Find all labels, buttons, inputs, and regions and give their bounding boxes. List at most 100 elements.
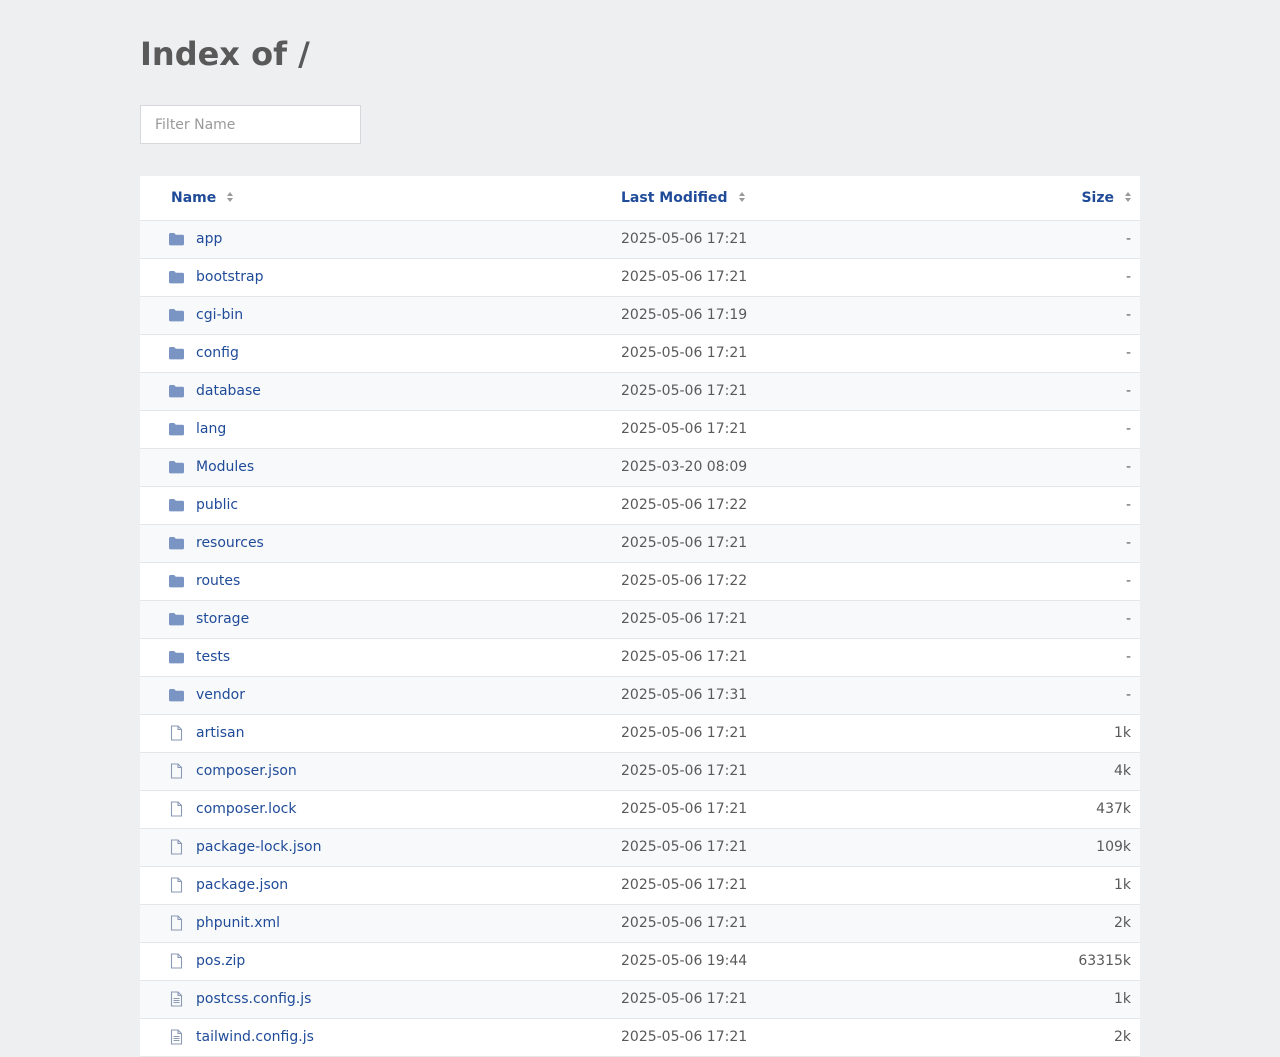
size-cell: 2k (1113, 915, 1131, 931)
last-modified-cell: 2025-05-06 17:21 (621, 839, 748, 855)
table-row: package.json 2025-05-06 17:21 1k (140, 867, 1140, 905)
folder-icon (168, 573, 185, 589)
file-link[interactable]: composer.json (196, 753, 297, 790)
last-modified-cell: 2025-05-06 17:21 (621, 915, 748, 931)
last-modified-cell: 2025-05-06 17:21 (621, 763, 748, 779)
size-cell: - (1125, 535, 1131, 551)
file-listing-table: Name Last Modified Size app 2025-05-06 17… (140, 176, 1140, 1057)
size-cell: 2k (1113, 1029, 1131, 1045)
last-modified-cell: 2025-05-06 17:21 (621, 991, 748, 1007)
filter-name-input[interactable] (140, 105, 361, 144)
table-row: package-lock.json 2025-05-06 17:21 109k (140, 829, 1140, 867)
table-row: vendor 2025-05-06 17:31 - (140, 677, 1140, 715)
last-modified-cell: 2025-05-06 17:21 (621, 649, 748, 665)
folder-link[interactable]: lang (196, 411, 226, 448)
table-row: resources 2025-05-06 17:21 - (140, 525, 1140, 563)
last-modified-cell: 2025-05-06 17:21 (621, 1029, 748, 1045)
size-cell: 1k (1113, 991, 1131, 1007)
file-link[interactable]: phpunit.xml (196, 905, 280, 942)
table-row: lang 2025-05-06 17:21 - (140, 411, 1140, 449)
page-title: Index of / (140, 35, 310, 73)
size-cell: - (1125, 497, 1131, 513)
folder-icon (168, 497, 185, 513)
file-link[interactable]: tailwind.config.js (196, 1019, 314, 1056)
size-cell: - (1125, 459, 1131, 475)
file-icon (168, 725, 185, 741)
size-cell: 4k (1113, 763, 1131, 779)
size-cell: - (1125, 573, 1131, 589)
size-cell: 1k (1113, 877, 1131, 893)
table-body: app 2025-05-06 17:21 - bootstrap 2025-05-06 … (140, 221, 1140, 1057)
last-modified-cell: 2025-05-06 17:21 (621, 877, 748, 893)
last-modified-cell: 2025-05-06 17:21 (621, 535, 748, 551)
last-modified-cell: 2025-05-06 17:21 (621, 725, 748, 741)
table-row: tests 2025-05-06 17:21 - (140, 639, 1140, 677)
file-link[interactable]: artisan (196, 715, 244, 752)
file-link[interactable]: pos.zip (196, 943, 245, 980)
table-row: postcss.config.js 2025-05-06 17:21 1k (140, 981, 1140, 1019)
table-row: storage 2025-05-06 17:21 - (140, 601, 1140, 639)
folder-link[interactable]: storage (196, 601, 249, 638)
folder-icon (168, 269, 185, 285)
last-modified-cell: 2025-05-06 17:21 (621, 383, 748, 399)
folder-icon (168, 535, 185, 551)
folder-icon (168, 649, 185, 665)
table-row: app 2025-05-06 17:21 - (140, 221, 1140, 259)
folder-link[interactable]: Modules (196, 449, 254, 486)
file-icon (168, 953, 185, 969)
file-icon (168, 801, 185, 817)
size-cell: - (1125, 687, 1131, 703)
sort-by-modified-header[interactable]: Last Modified (621, 176, 746, 220)
size-cell: 109k (1096, 839, 1131, 855)
size-cell: - (1125, 611, 1131, 627)
sort-arrows-icon (738, 192, 745, 202)
table-row: composer.json 2025-05-06 17:21 4k (140, 753, 1140, 791)
folder-link[interactable]: database (196, 373, 261, 410)
size-cell: 63315k (1078, 953, 1131, 969)
last-modified-cell: 2025-05-06 17:21 (621, 231, 748, 247)
text-file-icon (168, 991, 185, 1007)
sort-arrows-icon (1125, 192, 1131, 202)
size-cell: - (1125, 307, 1131, 323)
table-row: composer.lock 2025-05-06 17:21 437k (140, 791, 1140, 829)
table-row: Modules 2025-03-20 08:09 - (140, 449, 1140, 487)
folder-icon (168, 421, 185, 437)
name-header-label: Name (171, 190, 217, 206)
last-modified-cell: 2025-05-06 17:21 (621, 611, 748, 627)
file-link[interactable]: package-lock.json (196, 829, 322, 866)
folder-link[interactable]: routes (196, 563, 240, 600)
last-modified-cell: 2025-05-06 17:31 (621, 687, 748, 703)
folder-link[interactable]: public (196, 487, 238, 524)
table-row: pos.zip 2025-05-06 19:44 63315k (140, 943, 1140, 981)
table-row: artisan 2025-05-06 17:21 1k (140, 715, 1140, 753)
size-cell: - (1125, 649, 1131, 665)
size-header-label: Size (1081, 190, 1114, 206)
folder-link[interactable]: resources (196, 525, 264, 562)
folder-icon (168, 345, 185, 361)
size-cell: - (1125, 421, 1131, 437)
folder-icon (168, 231, 185, 247)
size-cell: 437k (1096, 801, 1131, 817)
folder-link[interactable]: cgi-bin (196, 297, 243, 334)
last-modified-cell: 2025-05-06 17:22 (621, 573, 748, 589)
file-link[interactable]: package.json (196, 867, 288, 904)
file-icon (168, 877, 185, 893)
folder-icon (168, 307, 185, 323)
sort-by-size-header[interactable]: Size (1081, 176, 1132, 220)
file-link[interactable]: composer.lock (196, 791, 296, 828)
file-icon (168, 763, 185, 779)
folder-link[interactable]: bootstrap (196, 259, 264, 296)
folder-link[interactable]: tests (196, 639, 230, 676)
last-modified-cell: 2025-05-06 17:21 (621, 269, 748, 285)
folder-link[interactable]: vendor (196, 677, 245, 714)
table-row: public 2025-05-06 17:22 - (140, 487, 1140, 525)
size-cell: 1k (1113, 725, 1131, 741)
folder-icon (168, 687, 185, 703)
folder-link[interactable]: config (196, 335, 239, 372)
sort-by-name-header[interactable]: Name (171, 176, 234, 220)
file-icon (168, 839, 185, 855)
file-link[interactable]: postcss.config.js (196, 981, 311, 1018)
table-row: tailwind.config.js 2025-05-06 17:21 2k (140, 1019, 1140, 1057)
folder-link[interactable]: app (196, 221, 222, 258)
last-modified-cell: 2025-03-20 08:09 (621, 459, 748, 475)
